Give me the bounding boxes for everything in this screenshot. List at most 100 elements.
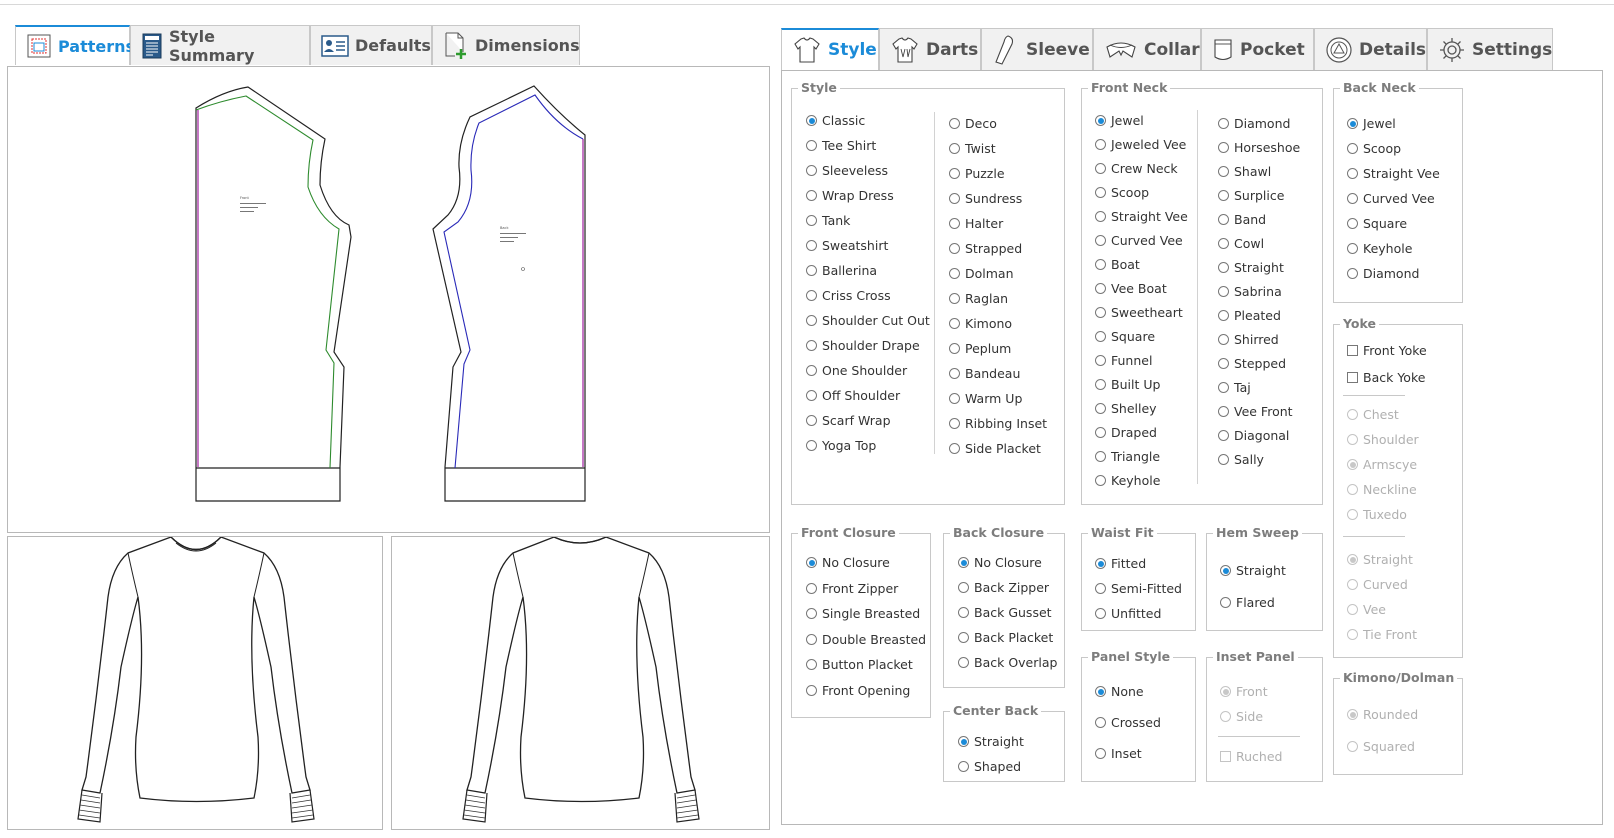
front-neck-square-radio[interactable]: Square	[1095, 329, 1155, 344]
style-ballerina-radio[interactable]: Ballerina	[806, 263, 877, 278]
front-neck-stepped-radio[interactable]: Stepped	[1218, 356, 1286, 371]
front-closure-double-breasted-radio[interactable]: Double Breasted	[806, 632, 926, 647]
tab-collar[interactable]: Collar	[1093, 28, 1201, 70]
style-puzzle-radio[interactable]: Puzzle	[949, 166, 1005, 181]
back-closure-back-placket-radio[interactable]: Back Placket	[958, 630, 1053, 645]
back-neck-diamond-radio[interactable]: Diamond	[1347, 266, 1419, 281]
waist-fit-semi-fitted-radio[interactable]: Semi-Fitted	[1095, 581, 1182, 596]
style-tank-radio[interactable]: Tank	[806, 213, 850, 228]
front-neck-draped-radio[interactable]: Draped	[1095, 425, 1157, 440]
tab-settings[interactable]: Settings	[1427, 28, 1553, 70]
back-closure-back-gusset-radio[interactable]: Back Gusset	[958, 605, 1052, 620]
style-sweatshirt-radio[interactable]: Sweatshirt	[806, 238, 888, 253]
tab-patterns[interactable]: Patterns	[15, 25, 135, 65]
front-neck-surplice-radio[interactable]: Surplice	[1218, 188, 1284, 203]
style-classic-radio[interactable]: Classic	[806, 113, 865, 128]
pattern-view[interactable]: Front Back	[7, 66, 770, 533]
style-bandeau-radio[interactable]: Bandeau	[949, 366, 1020, 381]
front-closure-no-closure-radio[interactable]: No Closure	[806, 555, 890, 570]
tab-dimensions[interactable]: Dimensions	[432, 25, 580, 65]
front-closure-single-breasted-radio[interactable]: Single Breasted	[806, 606, 920, 621]
front-neck-sweetheart-radio[interactable]: Sweetheart	[1095, 305, 1183, 320]
waist-fit-fitted-radio[interactable]: Fitted	[1095, 556, 1146, 571]
panel-style-none-radio[interactable]: None	[1095, 684, 1144, 699]
style-shoulder-cut-out-radio[interactable]: Shoulder Cut Out	[806, 313, 930, 328]
panel-style-crossed-radio[interactable]: Crossed	[1095, 715, 1161, 730]
style-deco-radio[interactable]: Deco	[949, 116, 997, 131]
hem-sweep-flared-radio[interactable]: Flared	[1220, 595, 1275, 610]
front-neck-straight-radio[interactable]: Straight	[1218, 260, 1284, 275]
style-yoga-top-radio[interactable]: Yoga Top	[806, 438, 876, 453]
hem-sweep-straight-radio[interactable]: Straight	[1220, 563, 1286, 578]
front-neck-curved-vee-radio[interactable]: Curved Vee	[1095, 233, 1183, 248]
front-neck-jewel-radio[interactable]: Jewel	[1095, 113, 1144, 128]
back-neck-curved-vee-radio[interactable]: Curved Vee	[1347, 191, 1435, 206]
style-strapped-radio[interactable]: Strapped	[949, 241, 1022, 256]
style-criss-cross-radio[interactable]: Criss Cross	[806, 288, 891, 303]
style-off-shoulder-radio[interactable]: Off Shoulder	[806, 388, 900, 403]
front-neck-jeweled-vee-radio[interactable]: Jeweled Vee	[1095, 137, 1186, 152]
front-neck-keyhole-radio[interactable]: Keyhole	[1095, 473, 1160, 488]
front-neck-built-up-radio[interactable]: Built Up	[1095, 377, 1160, 392]
style-twist-radio[interactable]: Twist	[949, 141, 996, 156]
style-dolman-radio[interactable]: Dolman	[949, 266, 1014, 281]
front-neck-boat-radio[interactable]: Boat	[1095, 257, 1140, 272]
front-neck-cowl-radio[interactable]: Cowl	[1218, 236, 1264, 251]
front-neck-shawl-radio[interactable]: Shawl	[1218, 164, 1271, 179]
panel-style-inset-radio[interactable]: Inset	[1095, 746, 1142, 761]
front-closure-button-placket-radio[interactable]: Button Placket	[806, 657, 913, 672]
front-neck-shelley-radio[interactable]: Shelley	[1095, 401, 1157, 416]
front-neck-sally-radio[interactable]: Sally	[1218, 452, 1264, 467]
style-sleeveless-radio[interactable]: Sleeveless	[806, 163, 888, 178]
waist-fit-unfitted-radio[interactable]: Unfitted	[1095, 606, 1161, 621]
front-neck-vee-boat-radio[interactable]: Vee Boat	[1095, 281, 1167, 296]
front-closure-front-zipper-radio[interactable]: Front Zipper	[806, 581, 898, 596]
front-neck-funnel-radio[interactable]: Funnel	[1095, 353, 1152, 368]
style-one-shoulder-radio[interactable]: One Shoulder	[806, 363, 907, 378]
style-tee-shirt-radio[interactable]: Tee Shirt	[806, 138, 876, 153]
front-neck-diagonal-radio[interactable]: Diagonal	[1218, 428, 1289, 443]
back-closure-back-zipper-radio[interactable]: Back Zipper	[958, 580, 1049, 595]
front-neck-pleated-radio[interactable]: Pleated	[1218, 308, 1281, 323]
tab-pocket[interactable]: Pocket	[1201, 28, 1314, 70]
tab-defaults[interactable]: Defaults	[310, 25, 432, 65]
front-neck-sabrina-radio[interactable]: Sabrina	[1218, 284, 1282, 299]
front-neck-diamond-radio[interactable]: Diamond	[1218, 116, 1290, 131]
style-halter-radio[interactable]: Halter	[949, 216, 1003, 231]
back-neck-jewel-radio[interactable]: Jewel	[1347, 116, 1396, 131]
front-closure-front-opening-radio[interactable]: Front Opening	[806, 683, 910, 698]
style-wrap-dress-radio[interactable]: Wrap Dress	[806, 188, 894, 203]
back-neck-keyhole-radio[interactable]: Keyhole	[1347, 241, 1412, 256]
yoke-back-yoke-checkbox[interactable]: Back Yoke	[1347, 370, 1425, 385]
style-kimono-radio[interactable]: Kimono	[949, 316, 1012, 331]
front-neck-straight-vee-radio[interactable]: Straight Vee	[1095, 209, 1188, 224]
tab-style[interactable]: Style	[781, 28, 879, 70]
style-side-placket-radio[interactable]: Side Placket	[949, 441, 1041, 456]
yoke-front-yoke-checkbox[interactable]: Front Yoke	[1347, 343, 1427, 358]
tab-sleeve[interactable]: Sleeve	[981, 28, 1093, 70]
center-back-shaped-radio[interactable]: Shaped	[958, 759, 1021, 774]
front-neck-vee-front-radio[interactable]: Vee Front	[1218, 404, 1293, 419]
style-ribbing-inset-radio[interactable]: Ribbing Inset	[949, 416, 1047, 431]
front-neck-scoop-radio[interactable]: Scoop	[1095, 185, 1149, 200]
front-neck-band-radio[interactable]: Band	[1218, 212, 1266, 227]
back-neck-scoop-radio[interactable]: Scoop	[1347, 141, 1401, 156]
front-neck-triangle-radio[interactable]: Triangle	[1095, 449, 1160, 464]
front-neck-horseshoe-radio[interactable]: Horseshoe	[1218, 140, 1300, 155]
front-neck-shirred-radio[interactable]: Shirred	[1218, 332, 1279, 347]
style-shoulder-drape-radio[interactable]: Shoulder Drape	[806, 338, 920, 353]
front-sketch-view[interactable]	[7, 536, 383, 830]
back-closure-back-overlap-radio[interactable]: Back Overlap	[958, 655, 1057, 670]
front-neck-taj-radio[interactable]: Taj	[1218, 380, 1251, 395]
back-sketch-view[interactable]	[391, 536, 770, 830]
style-warm-up-radio[interactable]: Warm Up	[949, 391, 1022, 406]
tab-darts[interactable]: Darts	[879, 28, 981, 70]
style-scarf-wrap-radio[interactable]: Scarf Wrap	[806, 413, 891, 428]
center-back-straight-radio[interactable]: Straight	[958, 734, 1024, 749]
back-closure-no-closure-radio[interactable]: No Closure	[958, 555, 1042, 570]
front-neck-crew-neck-radio[interactable]: Crew Neck	[1095, 161, 1178, 176]
back-neck-straight-vee-radio[interactable]: Straight Vee	[1347, 166, 1440, 181]
back-neck-square-radio[interactable]: Square	[1347, 216, 1407, 231]
style-peplum-radio[interactable]: Peplum	[949, 341, 1011, 356]
tab-details[interactable]: Details	[1314, 28, 1427, 70]
